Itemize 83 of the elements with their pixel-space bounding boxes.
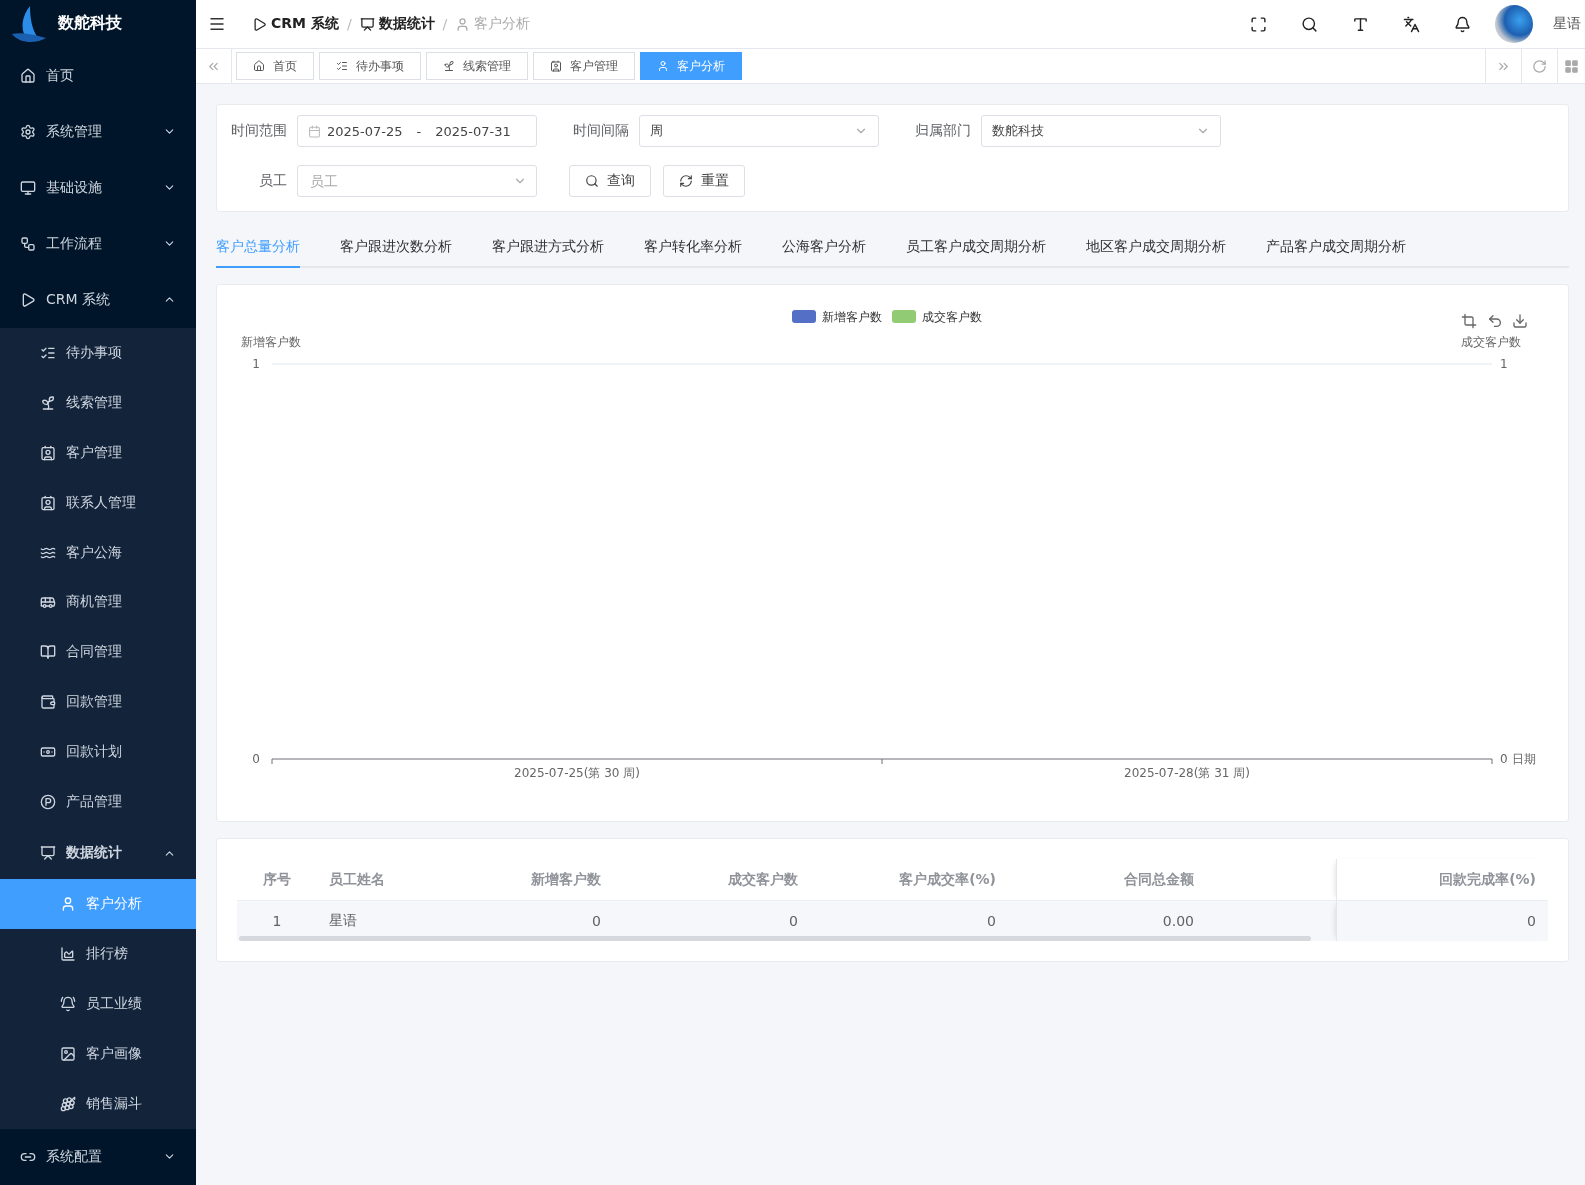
bus-icon [40, 594, 56, 611]
tick-label: 2025-07-28(第 31 周) [1124, 766, 1250, 780]
settings-icon [20, 123, 36, 140]
area-chart-icon [60, 946, 76, 963]
sidebar-item[interactable]: 工作流程 [0, 215, 196, 272]
bell-icon [60, 996, 76, 1013]
search-button[interactable]: 查询 [569, 165, 651, 197]
page-tab[interactable]: 首页 [236, 52, 314, 80]
grape-icon [60, 1096, 76, 1112]
notebook-icon [40, 644, 56, 661]
page-tab[interactable]: 线索管理 [426, 52, 528, 80]
sprout-icon [40, 394, 56, 411]
legend-label: 成交客户数 [922, 310, 982, 324]
tick-label: 1 [1500, 357, 1508, 371]
undo-icon[interactable] [1489, 315, 1501, 327]
page-tab[interactable]: 待办事项 [319, 52, 421, 80]
refresh-icon [679, 174, 693, 188]
analysis-tab[interactable]: 客户跟进次数分析 [340, 234, 452, 268]
sidebar-item[interactable]: 首页 [0, 47, 196, 104]
menu-icon[interactable] [208, 15, 226, 33]
contact-card-icon [40, 494, 56, 511]
analysis-tab[interactable]: 产品客户成交周期分析 [1266, 234, 1406, 268]
user-name[interactable]: 星语 [1547, 15, 1585, 33]
user-icon [657, 60, 669, 72]
field-label: 归属部门 [914, 122, 971, 140]
legend-label: 新增客户数 [822, 310, 882, 324]
analysis-tab[interactable]: 客户跟进方式分析 [492, 234, 604, 268]
presentation-chart-icon [40, 845, 56, 862]
axis-title: 成交客户数 [1461, 335, 1521, 349]
breadcrumb-separator: / [442, 16, 448, 32]
crop-icon[interactable] [1461, 313, 1477, 329]
calendar-icon [308, 124, 321, 138]
workflow-icon [20, 235, 36, 252]
image-icon [60, 1046, 76, 1063]
legend-item[interactable]: 成交客户数 [892, 310, 982, 324]
wallet-icon [40, 694, 56, 711]
select-field[interactable]: 员工 [297, 165, 537, 197]
home-icon [20, 67, 36, 84]
monitor-icon [20, 179, 36, 196]
select-field[interactable]: 数舵科技 [981, 115, 1221, 147]
user-icon [60, 896, 76, 913]
tick-label: 0 [252, 752, 260, 766]
download-icon[interactable] [1513, 314, 1527, 328]
analysis-tab[interactable]: 公海客户分析 [782, 234, 866, 268]
table-cell: 0 [1336, 901, 1548, 941]
home-icon [253, 60, 265, 72]
analysis-tab[interactable]: 员工客户成交周期分析 [906, 234, 1046, 268]
breadcrumb-item: 客户分析 [455, 15, 531, 33]
axis-title: 新增客户数 [241, 335, 301, 349]
sprout-icon [443, 60, 455, 72]
contact-card-icon [40, 444, 56, 461]
tick-label: 2025-07-25(第 30 周) [514, 766, 640, 780]
select-field[interactable]: 周 [639, 115, 879, 147]
axis-title: 日期 [1512, 752, 1536, 766]
user-icon [455, 16, 471, 32]
legend-item[interactable]: 新增客户数 [792, 310, 882, 324]
reset-button[interactable]: 重置 [663, 165, 745, 197]
parking-icon [40, 794, 56, 811]
breadcrumb-item[interactable]: 数据统计 [359, 15, 435, 33]
tick-label: 1 [252, 357, 260, 371]
tick-label: 0 [1500, 752, 1508, 766]
scrollbar[interactable] [239, 936, 1311, 941]
analysis-tab[interactable]: 客户转化率分析 [644, 234, 742, 268]
presentation-chart-icon [359, 16, 375, 32]
brand-name: 数舵科技 [58, 13, 122, 35]
field-label: 员工 [258, 172, 287, 190]
field-label: 时间范围 [230, 122, 287, 140]
contact-card-icon [550, 60, 562, 72]
sidebar-item[interactable]: 系统配置 [0, 1128, 196, 1185]
sidebar-item[interactable]: 基础设施 [0, 159, 196, 216]
checklist-icon [336, 60, 348, 72]
sidebar-item[interactable]: 系统管理 [0, 103, 196, 160]
play-icon [20, 291, 36, 308]
field-label: 时间间隔 [572, 122, 629, 140]
avatar[interactable] [1495, 5, 1533, 43]
date-range-field[interactable]: 2025-07-25 - 2025-07-31 [297, 115, 537, 147]
breadcrumb-item[interactable]: CRM 系统 [252, 15, 339, 33]
search-icon [585, 174, 599, 188]
play-icon [252, 16, 267, 32]
breadcrumb-separator: / [346, 16, 352, 32]
page-tab[interactable]: 客户管理 [533, 52, 635, 80]
analysis-tab[interactable]: 地区客户成交周期分析 [1086, 234, 1226, 268]
sidebar-item[interactable]: CRM 系统 [0, 271, 196, 328]
